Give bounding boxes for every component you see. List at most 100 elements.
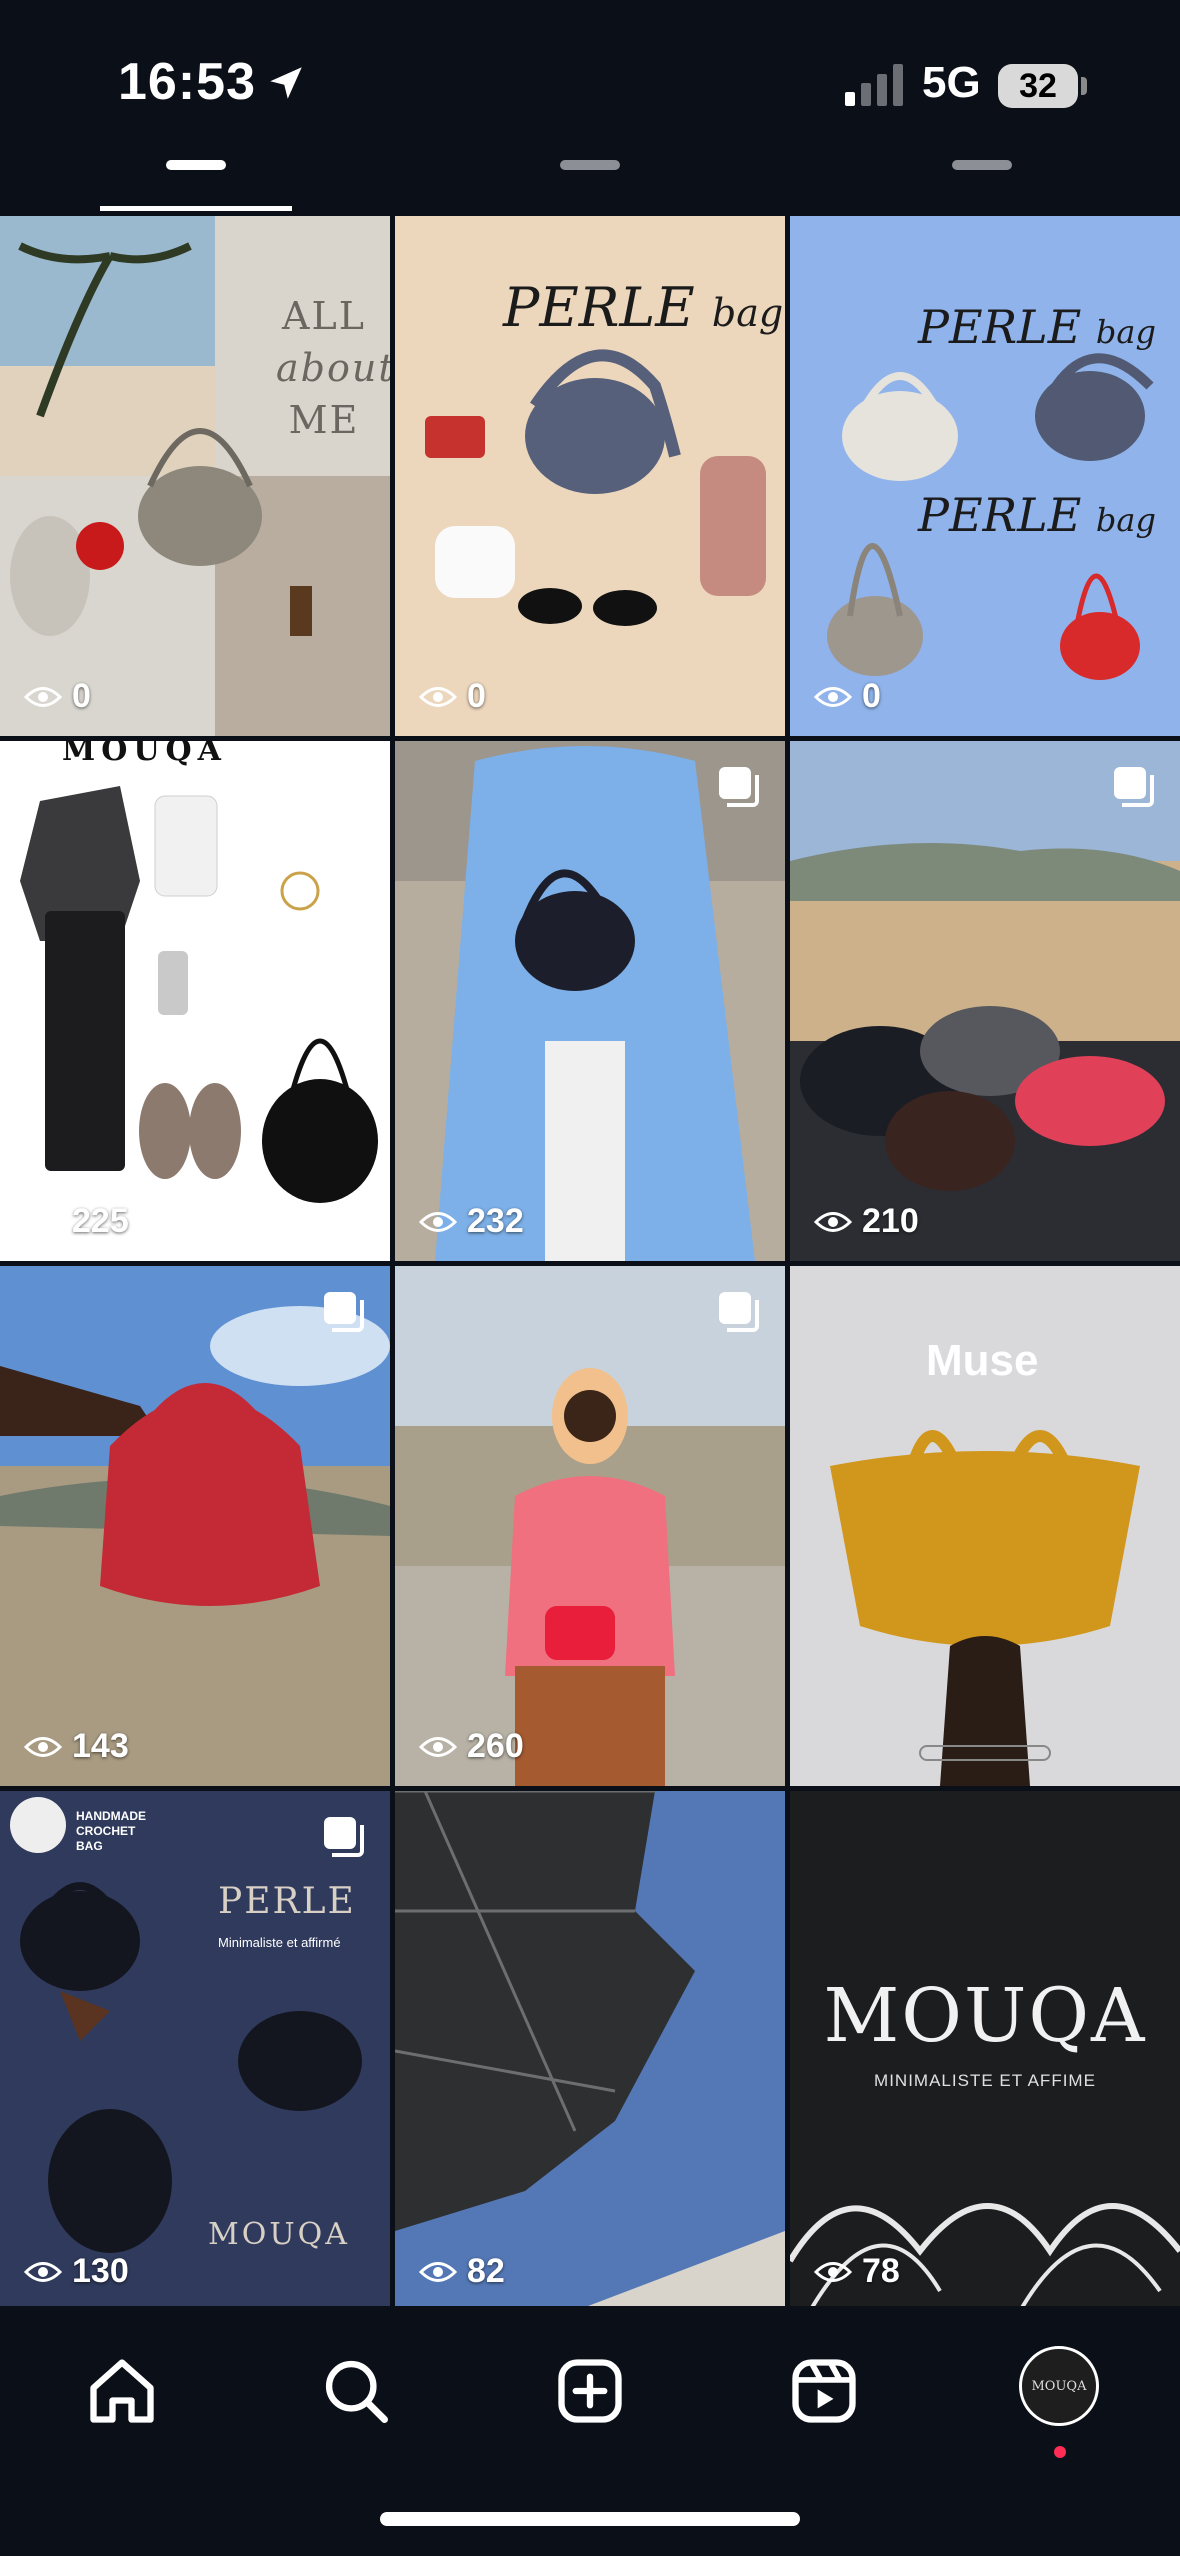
battery-nub bbox=[1081, 77, 1087, 95]
post-image bbox=[395, 741, 785, 1261]
search-icon bbox=[325, 2360, 388, 2423]
post-text-line: BAG bbox=[76, 1839, 103, 1853]
post-text-line: about bbox=[276, 346, 390, 390]
post-subtitle: bag bbox=[711, 291, 784, 335]
eye-icon bbox=[24, 1736, 62, 1757]
eye-icon bbox=[419, 2261, 457, 2282]
view-count-value: 210 bbox=[862, 1202, 919, 1240]
post-title: PERLE bbox=[918, 488, 1082, 542]
post-tile-10[interactable]: HANDMADE CROCHET BAG PERLE Minimaliste e… bbox=[0, 1791, 390, 2311]
view-count: 260 bbox=[419, 1727, 524, 1766]
view-count: 0 bbox=[419, 677, 486, 716]
tab-grid[interactable] bbox=[166, 160, 226, 170]
post-image bbox=[0, 741, 390, 1261]
post-image bbox=[790, 216, 1180, 736]
post-image bbox=[395, 1791, 785, 2311]
eye-icon bbox=[814, 2261, 852, 2282]
post-tile-11[interactable]: 82 bbox=[395, 1791, 785, 2311]
post-subtitle: bag bbox=[1095, 313, 1156, 351]
eye-icon bbox=[419, 1736, 457, 1757]
view-count-value: 260 bbox=[467, 1727, 524, 1765]
eye-icon bbox=[24, 2261, 62, 2282]
post-tile-2[interactable]: PERLE bag 0 bbox=[395, 216, 785, 736]
view-count: 130 bbox=[24, 2252, 129, 2291]
eye-icon bbox=[24, 1211, 62, 1232]
post-tile-5[interactable]: 232 bbox=[395, 741, 785, 1261]
post-text-line: ALL bbox=[282, 294, 366, 338]
post-text-line: HANDMADE bbox=[76, 1809, 146, 1823]
view-count: 82 bbox=[419, 2252, 505, 2291]
view-count: 78 bbox=[814, 2252, 900, 2291]
post-brand: MOUQA bbox=[208, 2217, 350, 2252]
post-title: MOUQA bbox=[823, 1973, 1147, 2059]
view-count: 232 bbox=[419, 1202, 524, 1241]
post-tile-12[interactable]: MOUQA MINIMALISTE ET AFFIME 78 bbox=[790, 1791, 1180, 2311]
view-count: 0 bbox=[814, 677, 881, 716]
post-title: PERLE bbox=[218, 1881, 356, 1922]
view-count: 210 bbox=[814, 1202, 919, 1241]
profile-avatar[interactable]: MOUQA bbox=[1019, 2346, 1099, 2426]
home-indicator bbox=[380, 2512, 800, 2526]
post-image bbox=[395, 1266, 785, 1786]
post-tile-4[interactable]: MOUQA 225 bbox=[0, 741, 390, 1261]
cellular-signal-icon bbox=[845, 64, 903, 106]
view-count: 225 bbox=[24, 1202, 129, 1241]
view-count-value: 232 bbox=[467, 1202, 524, 1240]
nav-home-button[interactable] bbox=[77, 2346, 167, 2436]
reel-icon bbox=[320, 765, 366, 811]
eye-icon bbox=[419, 1211, 457, 1232]
tab-tagged[interactable] bbox=[952, 160, 1012, 170]
home-icon bbox=[90, 2359, 154, 2423]
view-count-value: 143 bbox=[72, 1727, 129, 1765]
post-text-line: ME bbox=[288, 398, 360, 442]
post-image bbox=[0, 1266, 390, 1786]
notification-dot bbox=[1054, 2446, 1066, 2458]
carousel-icon bbox=[719, 767, 759, 807]
active-tab-indicator bbox=[100, 206, 292, 211]
post-tile-6[interactable]: 210 bbox=[790, 741, 1180, 1261]
eye-icon bbox=[24, 686, 62, 707]
reels-icon bbox=[792, 2359, 856, 2423]
network-type: 5G bbox=[922, 58, 981, 107]
post-text-line: CROCHET bbox=[76, 1824, 136, 1838]
tab-reels[interactable] bbox=[560, 160, 620, 170]
post-tile-8[interactable]: 260 bbox=[395, 1266, 785, 1786]
view-count: 143 bbox=[24, 1727, 129, 1766]
carousel-icon bbox=[324, 1292, 364, 1332]
post-title: PERLE bbox=[503, 276, 695, 339]
profile-tabs bbox=[0, 150, 1180, 216]
battery-indicator: 32 bbox=[998, 64, 1078, 108]
eye-icon bbox=[814, 1211, 852, 1232]
view-count-value: 0 bbox=[467, 677, 486, 715]
view-count-value: 225 bbox=[72, 1202, 129, 1240]
status-bar: 16:53 5G 32 bbox=[0, 0, 1180, 170]
post-image bbox=[790, 741, 1180, 1261]
post-tile-9[interactable]: Muse bbox=[790, 1266, 1180, 1786]
post-tile-3[interactable]: PERLE bag PERLE bag 0 bbox=[790, 216, 1180, 736]
clock: 16:53 bbox=[118, 53, 256, 111]
post-subtitle: Minimaliste et affirmé bbox=[218, 1935, 341, 1950]
eye-icon bbox=[419, 686, 457, 707]
view-count: 0 bbox=[24, 677, 91, 716]
carousel-icon bbox=[719, 1292, 759, 1332]
post-subtitle: bag bbox=[1095, 501, 1156, 539]
carousel-icon bbox=[324, 1817, 364, 1857]
carousel-icon bbox=[1114, 767, 1154, 807]
post-text-line: MOUQA bbox=[62, 741, 227, 768]
location-arrow-icon bbox=[270, 67, 302, 99]
post-tile-1[interactable]: ALL about ME 0 bbox=[0, 216, 390, 736]
post-tile-7[interactable]: 143 bbox=[0, 1266, 390, 1786]
post-title: Muse bbox=[926, 1336, 1039, 1385]
post-subtitle: MINIMALISTE ET AFFIME bbox=[874, 2071, 1096, 2090]
view-count-value: 78 bbox=[862, 2252, 900, 2290]
view-count-value: 0 bbox=[72, 677, 91, 715]
view-count-value: 0 bbox=[862, 677, 881, 715]
eye-icon bbox=[814, 686, 852, 707]
view-count-value: 130 bbox=[72, 2252, 129, 2290]
nav-create-button[interactable] bbox=[545, 2346, 635, 2436]
nav-reels-button[interactable] bbox=[779, 2346, 869, 2436]
create-icon bbox=[558, 2359, 622, 2423]
view-count-value: 82 bbox=[467, 2252, 505, 2290]
post-title: PERLE bbox=[918, 300, 1082, 354]
nav-search-button[interactable] bbox=[311, 2346, 401, 2436]
